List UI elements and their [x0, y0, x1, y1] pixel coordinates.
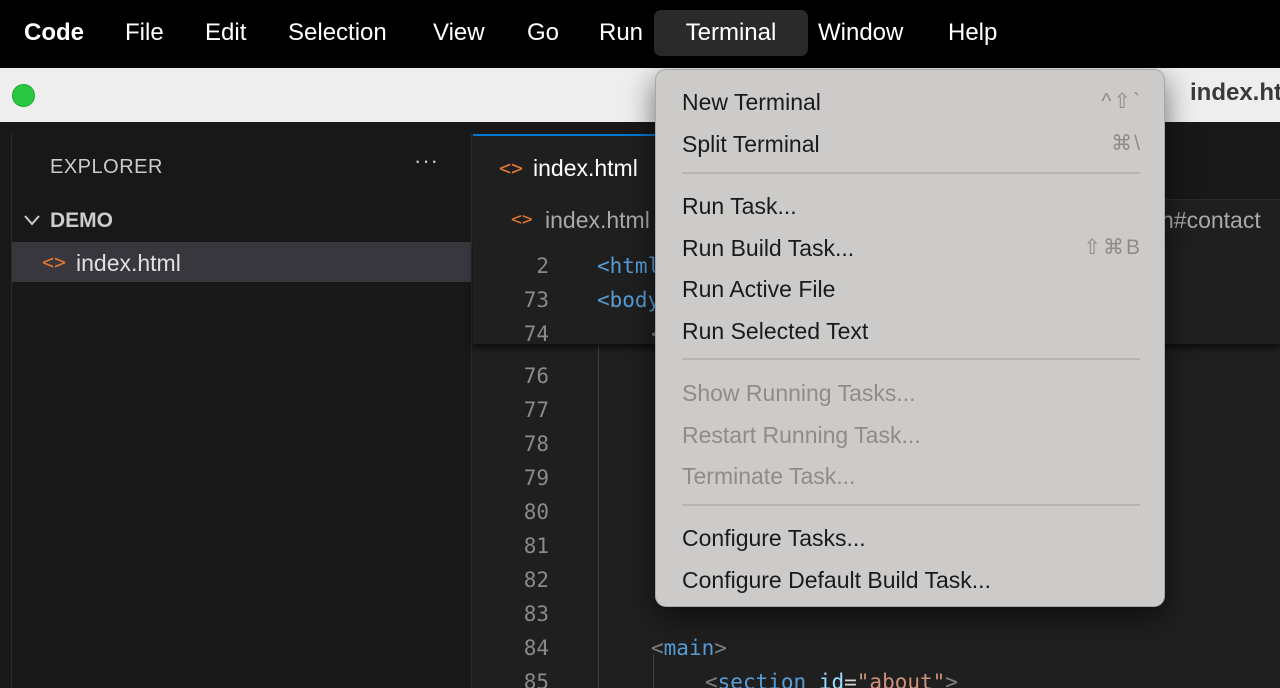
menu-item-label: Configure Tasks... — [682, 525, 866, 551]
folder-demo[interactable]: DEMO — [12, 206, 471, 236]
line-number: 82 — [523, 568, 549, 592]
window-title: index.ht — [1190, 79, 1280, 106]
menu-item-configure-default-build-task[interactable]: Configure Default Build Task... — [656, 560, 1166, 600]
code-tag: main — [663, 636, 715, 660]
terminal-menu: New Terminal ^⇧` Split Terminal ⌘\ Run T… — [655, 69, 1165, 607]
html-file-icon: <> — [511, 209, 533, 230]
code-tag: section — [717, 670, 807, 688]
more-actions-icon[interactable]: ··· — [414, 148, 439, 174]
activity-bar — [0, 134, 12, 688]
menu-terminal[interactable]: Terminal — [654, 10, 808, 56]
menu-run[interactable]: Run — [585, 10, 657, 56]
menu-item-label: New Terminal — [682, 89, 821, 115]
macos-menu-bar: Code File Edit Selection View Go Run Ter… — [0, 0, 1280, 68]
menu-item-show-running-tasks: Show Running Tasks... — [656, 373, 1166, 413]
menu-separator — [682, 358, 1140, 360]
breadcrumb-file[interactable]: index.html — [545, 207, 650, 234]
line-number: 80 — [523, 500, 549, 524]
shortcut-label: ⇧⌘B — [1083, 236, 1142, 259]
menu-item-terminate-task: Terminate Task... — [656, 456, 1166, 496]
menu-item-split-terminal[interactable]: Split Terminal ⌘\ — [656, 124, 1166, 164]
menu-item-run-active-file[interactable]: Run Active File — [656, 269, 1166, 309]
menu-item-run-task[interactable]: Run Task... — [656, 186, 1166, 226]
line-number: 79 — [523, 466, 549, 490]
menu-edit[interactable]: Edit — [191, 10, 260, 56]
line-number: 2 — [536, 254, 549, 278]
shortcut-label: ^⇧` — [1101, 90, 1142, 113]
menu-help[interactable]: Help — [934, 10, 1011, 56]
menu-item-label: Run Build Task... — [682, 235, 855, 261]
line-number: 84 — [523, 636, 549, 660]
menu-go[interactable]: Go — [513, 10, 573, 56]
menu-item-label: Split Terminal — [682, 131, 820, 157]
line-number: 83 — [523, 602, 549, 626]
menu-item-label: Run Active File — [682, 276, 836, 302]
line-number: 81 — [523, 534, 549, 558]
menu-code[interactable]: Code — [10, 10, 98, 56]
menu-separator — [682, 172, 1140, 174]
line-number: 76 — [523, 364, 549, 388]
code-string: "about" — [856, 670, 946, 688]
line-number: 85 — [523, 670, 549, 688]
line-number: 78 — [523, 432, 549, 456]
menu-item-label: Configure Default Build Task... — [682, 567, 991, 593]
explorer-title: EXPLORER — [50, 156, 163, 178]
html-file-icon: <> — [42, 250, 67, 274]
menu-item-run-build-task[interactable]: Run Build Task... ⇧⌘B — [656, 228, 1166, 268]
menu-item-label: Restart Running Task... — [682, 422, 921, 448]
menu-item-label: Terminate Task... — [682, 463, 856, 489]
file-label: index.html — [76, 250, 181, 276]
code-line: <body — [597, 288, 661, 312]
explorer-sidebar: EXPLORER ··· DEMO <> index.html — [12, 134, 472, 688]
menu-file[interactable]: File — [111, 10, 178, 56]
menu-view[interactable]: View — [419, 10, 499, 56]
html-file-icon: <> — [499, 156, 524, 180]
menu-item-configure-tasks[interactable]: Configure Tasks... — [656, 518, 1166, 558]
code-attr: id — [818, 670, 845, 688]
menu-item-label: Run Task... — [682, 193, 797, 219]
indent-guide — [598, 344, 599, 688]
maximize-button[interactable] — [12, 84, 35, 107]
line-number: 77 — [523, 398, 549, 422]
menu-window[interactable]: Window — [804, 10, 917, 56]
code-line: <section id="about"> — [705, 670, 958, 688]
menu-item-new-terminal[interactable]: New Terminal ^⇧` — [656, 82, 1166, 122]
breadcrumb-symbol[interactable]: n#contact — [1161, 207, 1261, 234]
line-number: 73 — [523, 288, 549, 312]
menu-item-label: Run Selected Text — [682, 318, 869, 344]
folder-label: DEMO — [50, 209, 113, 232]
code-line: <html — [597, 254, 661, 278]
tab-label: index.html — [533, 155, 638, 181]
code-line: <main> — [651, 636, 727, 660]
menu-item-run-selected-text[interactable]: Run Selected Text — [656, 311, 1166, 351]
menu-item-label: Show Running Tasks... — [682, 380, 916, 406]
line-number: 74 — [523, 322, 549, 346]
menu-selection[interactable]: Selection — [274, 10, 401, 56]
shortcut-label: ⌘\ — [1111, 132, 1142, 155]
chevron-down-icon — [24, 215, 40, 226]
file-index-html[interactable]: <> index.html — [12, 242, 471, 282]
menu-separator — [682, 504, 1140, 506]
tab-index-html[interactable]: <> index.html — [473, 134, 663, 200]
menu-item-restart-running-task: Restart Running Task... — [656, 415, 1166, 455]
